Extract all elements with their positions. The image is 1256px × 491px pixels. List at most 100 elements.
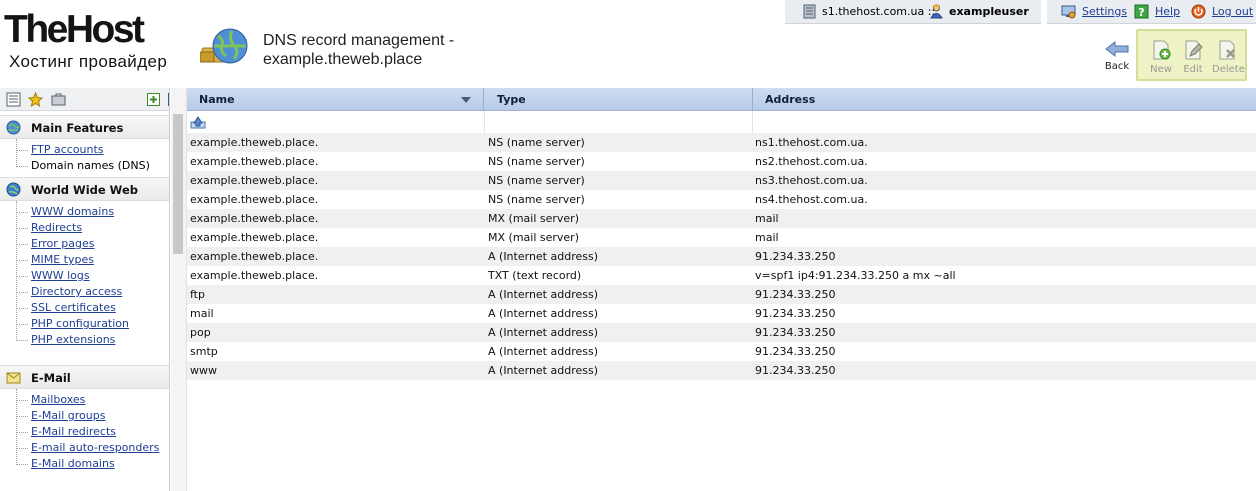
- section-world-wide-web[interactable]: World Wide Web: [0, 177, 169, 201]
- sidebar-toolbar: [0, 88, 169, 111]
- cell-name: example.theweb.place.: [190, 136, 319, 149]
- sidebar-item-email-domains[interactable]: E-Mail domains: [0, 456, 169, 472]
- record-toolbar: New Edit Delete: [1136, 29, 1247, 81]
- sidebar-item-domain-names[interactable]: Domain names (DNS): [0, 158, 169, 174]
- cell-name: pop: [190, 326, 211, 339]
- edit-button[interactable]: Edit: [1178, 39, 1208, 75]
- table-row[interactable]: example.theweb.place. NS (name server) ns3…: [187, 171, 1256, 190]
- cell-name: smtp: [190, 345, 218, 358]
- delete-label: Delete: [1212, 64, 1245, 75]
- section-title: Main Features: [31, 121, 124, 135]
- menu-main-features: FTP accounts Domain names (DNS): [0, 139, 169, 177]
- cell-type: MX (mail server): [488, 231, 579, 244]
- list-view-icon[interactable]: [6, 92, 21, 107]
- column-header-type[interactable]: Type: [485, 88, 753, 111]
- edit-label: Edit: [1183, 64, 1203, 75]
- table-row[interactable]: pop A (Internet address) 91.234.33.250: [187, 323, 1256, 342]
- table-row[interactable]: example.theweb.place. NS (name server) ns1…: [187, 133, 1256, 152]
- cell-name: example.theweb.place.: [190, 193, 319, 206]
- back-button[interactable]: Back: [1103, 40, 1131, 72]
- up-level-row[interactable]: [187, 111, 1256, 133]
- table-row[interactable]: example.theweb.place. NS (name server) ns2…: [187, 152, 1256, 171]
- table-row[interactable]: mail A (Internet address) 91.234.33.250: [187, 304, 1256, 323]
- cell-name: www: [190, 364, 217, 377]
- settings-icon: [1061, 5, 1076, 19]
- column-header-name[interactable]: Name: [187, 88, 484, 111]
- cell-address: mail: [755, 231, 779, 244]
- cell-address: mail: [755, 212, 779, 225]
- sidebar-item-mime-types[interactable]: MIME types: [0, 252, 169, 268]
- sidebar-item-php-configuration[interactable]: PHP configuration: [0, 316, 169, 332]
- table-row[interactable]: example.theweb.place. MX (mail server) mai…: [187, 209, 1256, 228]
- server-bar: s1.thehost.com.ua :: exampleuser: [785, 0, 1041, 24]
- sidebar-item-ssl-certificates[interactable]: SSL certificates: [0, 300, 169, 316]
- cell-type: A (Internet address): [488, 288, 598, 301]
- cell-address: ns4.thehost.com.ua.: [755, 193, 868, 206]
- logout-icon: [1191, 4, 1206, 19]
- sidebar-item-www-domains[interactable]: WWW domains: [0, 204, 169, 220]
- cell-type: A (Internet address): [488, 307, 598, 320]
- section-main-features[interactable]: Main Features: [0, 115, 169, 139]
- menu-email: Mailboxes E-Mail groups E-Mail redirects…: [0, 389, 169, 479]
- mail-icon: [6, 372, 21, 384]
- sidebar-item-directory-access[interactable]: Directory access: [0, 284, 169, 300]
- svg-text:?: ?: [1138, 6, 1144, 19]
- cell-address: ns3.thehost.com.ua.: [755, 174, 868, 187]
- collapse-all-icon[interactable]: [167, 92, 170, 107]
- section-email[interactable]: E-Mail: [0, 365, 169, 389]
- sidebar-item-redirects[interactable]: Redirects: [0, 220, 169, 236]
- sidebar-item-ftp-accounts[interactable]: FTP accounts: [0, 142, 169, 158]
- table-row[interactable]: smtp A (Internet address) 91.234.33.250: [187, 342, 1256, 361]
- delete-record-icon: [1219, 40, 1235, 60]
- cell-address: ns1.thehost.com.ua.: [755, 136, 868, 149]
- cell-address: 91.234.33.250: [755, 307, 836, 320]
- cell-address: v=spf1 ip4:91.234.33.250 a mx ~all: [755, 269, 956, 282]
- table-row[interactable]: example.theweb.place. MX (mail server) mai…: [187, 228, 1256, 247]
- help-icon: ?: [1134, 4, 1149, 19]
- table-row[interactable]: example.theweb.place. NS (name server) ns4…: [187, 190, 1256, 209]
- briefcase-icon[interactable]: [51, 92, 66, 107]
- cell-name: example.theweb.place.: [190, 212, 319, 225]
- section-title: World Wide Web: [31, 183, 138, 197]
- sort-desc-icon: [461, 97, 471, 103]
- username: exampleuser: [949, 5, 1029, 18]
- up-level-icon[interactable]: [190, 115, 206, 129]
- sidebar-item-php-extensions[interactable]: PHP extensions: [0, 332, 169, 348]
- table-row[interactable]: example.theweb.place. A (Internet address…: [187, 247, 1256, 266]
- new-button[interactable]: New: [1146, 39, 1176, 75]
- logo[interactable]: TheHost: [4, 10, 145, 50]
- cell-name: example.theweb.place.: [190, 250, 319, 263]
- logout-link[interactable]: Log out: [1212, 5, 1253, 18]
- sidebar-item-error-pages[interactable]: Error pages: [0, 236, 169, 252]
- sidebar-item-email-redirects[interactable]: E-Mail redirects: [0, 424, 169, 440]
- sidebar-scrollbar[interactable]: [171, 88, 187, 491]
- column-header-address[interactable]: Address: [753, 88, 1256, 111]
- table-row[interactable]: ftp A (Internet address) 91.234.33.250: [187, 285, 1256, 304]
- table-header: Name Type Address: [187, 88, 1256, 111]
- cell-type: A (Internet address): [488, 250, 598, 263]
- dns-globe-icon: [200, 28, 248, 64]
- cell-type: MX (mail server): [488, 212, 579, 225]
- cell-type: NS (name server): [488, 193, 585, 206]
- server-name: s1.thehost.com.ua ::: [822, 5, 936, 18]
- sidebar-item-email-auto-responders[interactable]: E-mail auto-responders: [0, 440, 169, 456]
- cell-address: 91.234.33.250: [755, 364, 836, 377]
- settings-link[interactable]: Settings: [1082, 5, 1127, 18]
- help-link[interactable]: Help: [1155, 5, 1180, 18]
- user-icon: [930, 4, 943, 19]
- scrollbar-thumb[interactable]: [173, 114, 183, 254]
- sidebar-item-mailboxes[interactable]: Mailboxes: [0, 392, 169, 408]
- delete-button[interactable]: Delete: [1212, 39, 1245, 75]
- table-row[interactable]: www A (Internet address) 91.234.33.250: [187, 361, 1256, 380]
- favorites-star-icon[interactable]: [28, 92, 43, 107]
- table-row[interactable]: example.theweb.place. TXT (text record) v=…: [187, 266, 1256, 285]
- expand-all-icon[interactable]: [146, 92, 161, 107]
- cell-type: NS (name server): [488, 174, 585, 187]
- server-icon: [803, 4, 816, 19]
- sidebar-item-www-logs[interactable]: WWW logs: [0, 268, 169, 284]
- section-title: E-Mail: [31, 371, 71, 385]
- sidebar-item-email-groups[interactable]: E-Mail groups: [0, 408, 169, 424]
- dns-records-table: example.theweb.place. NS (name server) ns1…: [187, 133, 1256, 380]
- cell-type: NS (name server): [488, 155, 585, 168]
- edit-record-icon: [1185, 40, 1203, 60]
